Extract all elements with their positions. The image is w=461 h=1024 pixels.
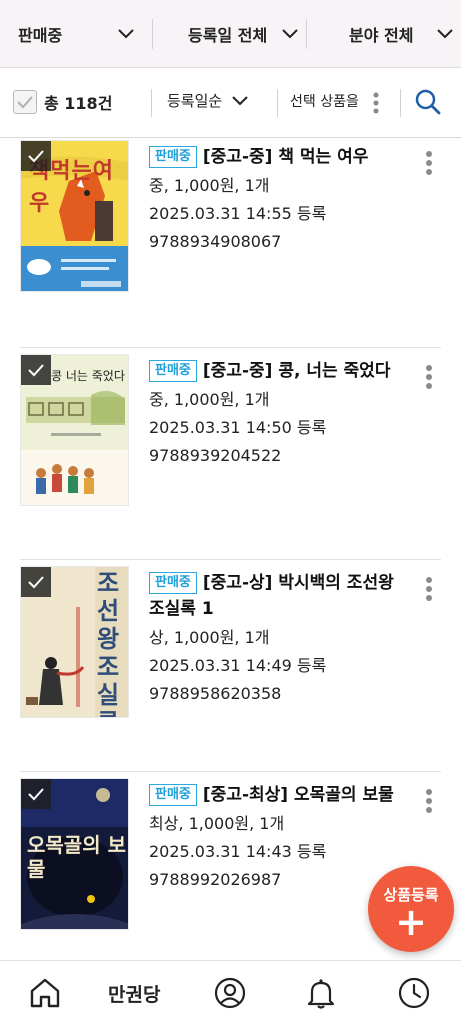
more-vertical-icon[interactable] (424, 576, 434, 602)
item-isbn: 9788939204522 (149, 446, 282, 465)
check-icon (28, 364, 44, 377)
status-badge: 판매중 (149, 572, 197, 594)
category-filter-dropdown[interactable]: 분야 전체 (349, 0, 453, 68)
status-badge: 판매중 (149, 784, 197, 806)
more-vertical-icon[interactable] (424, 788, 434, 814)
list-item[interactable]: 조선왕조실록 판매중[중고-상] 박시백의 조선왕조실록 1 상, 1,000원… (0, 560, 461, 772)
divider (151, 89, 152, 117)
item-condition-price: 중, 1,000원, 1개 (149, 390, 270, 409)
item-title-text: [중고-중] 책 먹는 여우 (202, 147, 369, 167)
item-title[interactable]: 판매중 [중고-최상] 오목골의 보물 (149, 782, 395, 808)
status-filter-label: 판매중 (18, 25, 63, 45)
item-condition-price: 중, 1,000원, 1개 (149, 176, 270, 195)
select-all-checkbox[interactable] (13, 90, 37, 114)
check-icon (28, 576, 44, 589)
cover-title-text: 콩 너는 죽었다 (51, 369, 125, 383)
status-badge: 판매중 (149, 146, 197, 168)
item-info: 판매중 [중고-상] 박시백의 조선왕조실록 1 상, 1,000원, 1개 20… (149, 570, 395, 706)
product-list: 책먹는여우 판매중 [중고-중] 책 먹는 여우 중, 1,000원, 1개 20… (0, 138, 461, 960)
more-vertical-icon[interactable] (424, 364, 434, 390)
more-vertical-icon[interactable] (424, 150, 434, 176)
item-checkbox[interactable] (21, 355, 51, 385)
check-icon (28, 788, 44, 801)
item-title-text: [중고-중] 콩, 너는 죽었다 (202, 361, 391, 381)
item-registered-date: 2025.03.31 14:43 등록 (149, 842, 327, 861)
item-condition-price: 상, 1,000원, 1개 (149, 628, 270, 647)
date-filter-dropdown[interactable]: 등록일 전체 (188, 0, 298, 68)
item-title[interactable]: 판매중 [중고-상] 박시백의 조선왕조실록 1 (149, 570, 395, 622)
nav-history[interactable] (398, 977, 430, 1009)
cover-title-text: 오목골의 보물 (27, 833, 126, 881)
divider (277, 89, 278, 117)
nav-home[interactable] (28, 977, 62, 1009)
list-toolbar: 총 118건 등록일순 선택 상품을 (0, 68, 461, 138)
status-filter-dropdown[interactable]: 판매중 (18, 0, 134, 68)
list-item[interactable]: 콩 너는 죽었다 판매중 [중고-중] 콩, 너는 죽었다 중, 1,000원, … (0, 348, 461, 560)
bell-icon (307, 979, 335, 1009)
item-isbn: 9788934908067 (149, 232, 282, 251)
selected-actions-label[interactable]: 선택 상품을 (290, 91, 359, 111)
item-registered-date: 2025.03.31 14:55 등록 (149, 204, 327, 223)
add-product-button[interactable]: 상품등록 + (368, 866, 454, 952)
item-checkbox[interactable] (21, 779, 51, 809)
item-info: 판매중 [중고-최상] 오목골의 보물 최상, 1,000원, 1개 2025.0… (149, 782, 395, 892)
book-cover-image[interactable]: 책먹는여우 (20, 140, 129, 292)
bottom-navigation: 만권당 (0, 960, 461, 1024)
item-isbn: 9788958620358 (149, 684, 282, 703)
item-registered-date: 2025.03.31 14:50 등록 (149, 418, 327, 437)
divider (152, 19, 153, 49)
sort-dropdown[interactable]: 등록일순 (167, 90, 248, 111)
more-vertical-icon[interactable] (372, 92, 380, 114)
check-icon (17, 96, 33, 109)
home-icon (30, 978, 60, 1008)
item-info: 판매중 [중고-중] 콩, 너는 죽었다 중, 1,000원, 1개 2025.0… (149, 358, 395, 468)
sort-label: 등록일순 (167, 92, 223, 110)
item-condition-price: 최상, 1,000원, 1개 (149, 814, 285, 833)
cover-title-text: 조선왕조실록 (97, 568, 120, 718)
brand-label: 만권당 (108, 984, 161, 1006)
book-cover-image[interactable]: 조선왕조실록 (20, 566, 129, 718)
nav-notifications[interactable] (306, 977, 336, 1009)
chevron-down-icon (282, 28, 298, 38)
total-count: 총 118건 (44, 94, 113, 113)
chevron-down-icon (232, 95, 248, 105)
nav-brand[interactable]: 만권당 (108, 980, 160, 1007)
divider (306, 19, 307, 49)
check-icon (28, 150, 44, 163)
category-filter-label: 분야 전체 (349, 25, 414, 45)
status-badge: 판매중 (149, 360, 197, 382)
chevron-down-icon (437, 28, 453, 38)
book-cover-image[interactable]: 오목골의 보물 (20, 778, 129, 930)
book-cover-image[interactable]: 콩 너는 죽었다 (20, 354, 129, 506)
plus-icon: + (395, 899, 427, 944)
clock-icon (398, 977, 430, 1009)
item-title[interactable]: 판매중 [중고-중] 콩, 너는 죽었다 (149, 358, 395, 384)
search-icon[interactable] (414, 88, 442, 116)
filter-bar: 판매중 등록일 전체 분야 전체 (0, 0, 461, 68)
list-item[interactable]: 책먹는여우 판매중 [중고-중] 책 먹는 여우 중, 1,000원, 1개 20… (0, 138, 461, 348)
date-filter-label: 등록일 전체 (188, 25, 268, 45)
item-registered-date: 2025.03.31 14:49 등록 (149, 656, 327, 675)
item-checkbox[interactable] (21, 141, 51, 171)
chevron-down-icon (118, 28, 134, 38)
divider (400, 89, 401, 117)
nav-profile[interactable] (214, 977, 246, 1009)
item-checkbox[interactable] (21, 567, 51, 597)
item-isbn: 9788992026987 (149, 870, 282, 889)
item-title-text: [중고-최상] 오목골의 보물 (202, 785, 394, 805)
item-info: 판매중 [중고-중] 책 먹는 여우 중, 1,000원, 1개 2025.03.… (149, 144, 395, 254)
user-circle-icon (214, 977, 246, 1009)
item-title[interactable]: 판매중 [중고-중] 책 먹는 여우 (149, 144, 395, 170)
